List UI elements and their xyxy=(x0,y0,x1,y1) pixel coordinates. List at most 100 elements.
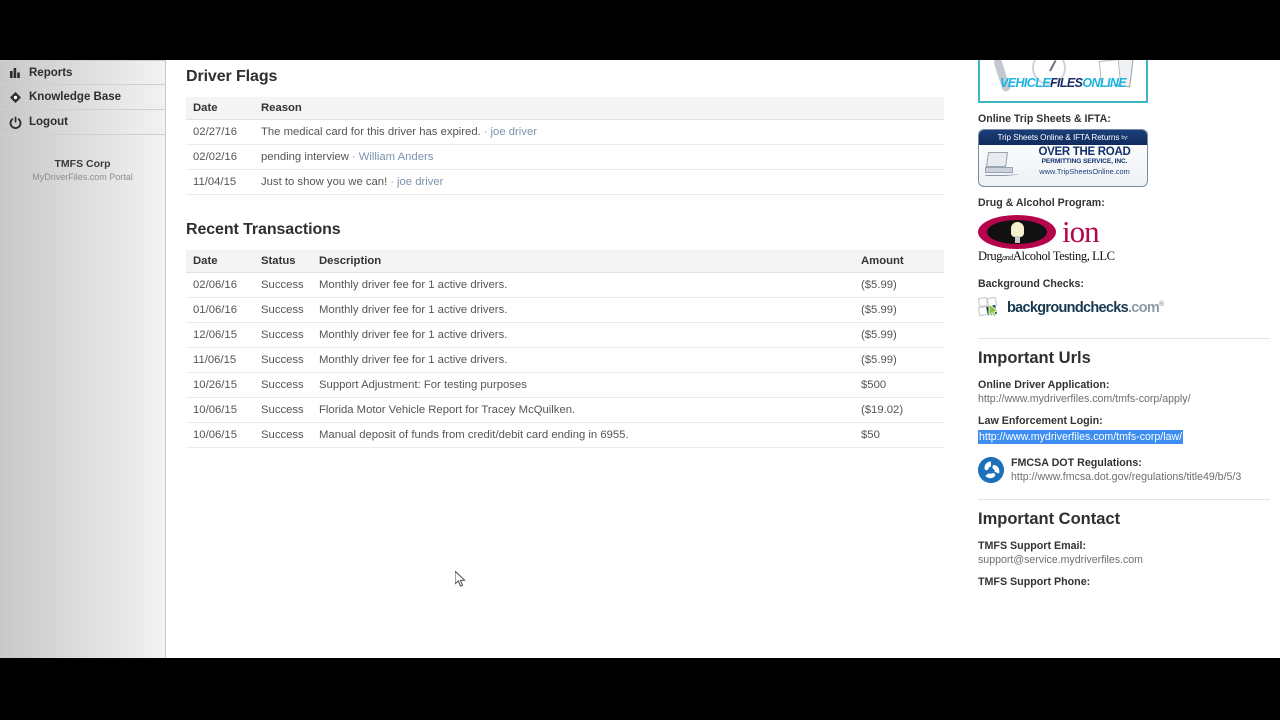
rail-divider xyxy=(978,338,1270,339)
transactions-thead: Date Status Description Amount xyxy=(186,250,944,273)
table-row: 11/04/15 Just to show you we can! · joe dr… xyxy=(186,169,944,195)
law-enforcement-login-url[interactable]: http://www.mydriverfiles.com/tmfs-corp/l… xyxy=(978,430,1184,444)
important-contact-heading: Important Contact xyxy=(978,510,1121,528)
fmcsa-row[interactable]: FMCSA DOT Regulations: http://www.fmcsa.… xyxy=(978,457,1262,483)
bullet-separator: · xyxy=(483,126,488,138)
ad-vehicle-files-online[interactable]: VEHICLEFILESONLINE xyxy=(978,60,1148,103)
table-row: 02/27/16 The medical card for this drive… xyxy=(186,119,944,145)
flag-person-link[interactable]: joe driver xyxy=(397,176,443,188)
driver-flags-title: Driver Flags xyxy=(186,68,278,85)
txn-status: Success xyxy=(254,422,312,448)
txn-amount: ($5.99) xyxy=(854,322,944,348)
flag-reason-cell: The medical card for this driver has exp… xyxy=(254,119,944,145)
txn-amount: $50 xyxy=(854,422,944,448)
ad-over-the-road[interactable]: Trip Sheets Online & IFTA Returns by: OV… xyxy=(978,129,1148,187)
sidebar-item-reports[interactable]: Reports xyxy=(0,60,165,85)
sidebar-item-knowledge-base[interactable]: Knowledge Base xyxy=(0,85,165,110)
flag-reason: The medical card for this driver has exp… xyxy=(261,126,481,138)
online-driver-application-url[interactable]: http://www.mydriverfiles.com/tmfs-corp/a… xyxy=(978,393,1262,405)
driver-flags-thead: Date Reason xyxy=(186,97,944,120)
dot-triskelion-icon xyxy=(978,457,1004,483)
brand-subtitle: MyDriverFiles.com Portal xyxy=(32,172,133,183)
flag-date: 02/27/16 xyxy=(186,119,254,145)
txn-date: 02/06/16 xyxy=(186,272,254,298)
ad-bgc-name: backgroundchecks xyxy=(1007,300,1129,316)
ad-otr-line2: PERMITTING SERVICE, INC. xyxy=(1041,158,1128,166)
ad-bgc-wordmark: backgroundchecks.com® xyxy=(1007,300,1164,316)
table-row: 10/06/15 Success Florida Motor Vehicle R… xyxy=(186,397,944,423)
diamond-book-icon xyxy=(9,91,22,104)
ad-otr-body: OVER THE ROAD PERMITTING SERVICE, INC. w… xyxy=(1025,146,1144,176)
ad-otr-topbar-text: Trip Sheets Online & IFTA Returns xyxy=(997,133,1120,142)
ad-vfo-text: VEHICLEFILESONLINE xyxy=(1000,75,1127,90)
support-email-label: TMFS Support Email: xyxy=(978,540,1087,552)
txn-amount: $500 xyxy=(854,372,944,398)
ad-vfo-text-wrap: VEHICLEFILESONLINE xyxy=(980,60,1146,101)
col-date: Date xyxy=(186,250,254,273)
online-driver-application-label: Online Driver Application: xyxy=(978,379,1110,391)
txn-date: 01/06/16 xyxy=(186,297,254,323)
table-row: 10/06/15 Success Manual deposit of funds… xyxy=(186,422,944,448)
col-amount: Amount xyxy=(854,250,944,273)
ad-ion-drug-alcohol[interactable]: ion DrugandAlcohol Testing, LLC xyxy=(978,213,1148,268)
main-content: Driver Flags Date Reason 02/27/16 The me… xyxy=(167,60,977,658)
table-row: 02/02/16 pending interview · William Ander… xyxy=(186,144,944,170)
bar-chart-icon xyxy=(9,66,22,79)
table-row: 10/26/15 Success Support Adjustment: For… xyxy=(186,372,944,398)
txn-date: 11/06/15 xyxy=(186,347,254,373)
flag-reason-cell: pending interview · William Anders xyxy=(254,144,944,170)
txn-date: 10/06/15 xyxy=(186,397,254,423)
txn-amount: ($5.99) xyxy=(854,297,944,323)
drug-alcohol-label: Drug & Alcohol Program: xyxy=(978,197,1105,209)
txn-description: Monthly driver fee for 1 active drivers. xyxy=(312,297,854,323)
browser-viewport: Reports Knowledge Base Logout TMFS Corp … xyxy=(0,60,1280,658)
support-email-value[interactable]: support@service.mydriverfiles.com xyxy=(978,554,1262,566)
txn-date: 10/26/15 xyxy=(186,372,254,398)
txn-description: Monthly driver fee for 1 active drivers. xyxy=(312,347,854,373)
fmcsa-label: FMCSA DOT Regulations: xyxy=(1011,457,1142,469)
right-sidebar: VEHICLEFILESONLINE Online Trip Sheets & … xyxy=(978,60,1280,658)
txn-status: Success xyxy=(254,397,312,423)
important-urls-heading: Important Urls xyxy=(978,349,1091,367)
flag-date: 02/02/16 xyxy=(186,144,254,170)
ad-bgc-tld: .com xyxy=(1127,300,1160,316)
txn-status: Success xyxy=(254,372,312,398)
flag-person-link[interactable]: joe driver xyxy=(491,126,537,138)
txn-date: 12/06/15 xyxy=(186,322,254,348)
ad-otr-topbar: Trip Sheets Online & IFTA Returns by: xyxy=(979,130,1147,145)
screen: Reports Knowledge Base Logout TMFS Corp … xyxy=(0,0,1280,720)
bullet-separator: · xyxy=(390,176,394,188)
ad-background-checks[interactable]: backgroundchecks.com® xyxy=(978,294,1164,322)
ad-vfo-word2: FILES xyxy=(1049,75,1083,90)
flag-person-link[interactable]: William Anders xyxy=(359,151,434,163)
left-sidebar: Reports Knowledge Base Logout TMFS Corp … xyxy=(0,60,166,658)
sidebar-item-label: Logout xyxy=(29,116,68,128)
flag-reason-cell: Just to show you we can! · joe driver xyxy=(254,169,944,195)
recent-transactions-title: Recent Transactions xyxy=(186,221,341,238)
fmcsa-text: FMCSA DOT Regulations: http://www.fmcsa.… xyxy=(1011,457,1241,483)
ad-otr-line3: www.TripSheetsOnline.com xyxy=(1039,167,1130,177)
txn-description: Monthly driver fee for 1 active drivers. xyxy=(312,322,854,348)
sidebar-brand: TMFS Corp MyDriverFiles.com Portal xyxy=(0,157,165,183)
table-header-row: Date Reason xyxy=(186,97,944,120)
swoosh-shape xyxy=(985,172,1019,176)
txn-description: Support Adjustment: For testing purposes xyxy=(312,372,854,398)
ad-ion-word: ion xyxy=(1062,214,1100,249)
sidebar-item-logout[interactable]: Logout xyxy=(0,110,165,135)
background-checks-label: Background Checks: xyxy=(978,278,1084,290)
fmcsa-url[interactable]: http://www.fmcsa.dot.gov/regulations/tit… xyxy=(1011,471,1241,483)
txn-amount: ($5.99) xyxy=(854,272,944,298)
sidebar-item-label: Reports xyxy=(29,66,73,79)
computer-icon xyxy=(985,152,1019,176)
monitor-shape xyxy=(985,152,1009,167)
ad-ion-tagline-a: Drug xyxy=(978,249,1003,263)
table-row: 12/06/15 Success Monthly driver fee for … xyxy=(186,322,944,348)
col-reason: Reason xyxy=(254,97,944,120)
brand-name: TMFS Corp xyxy=(54,158,111,170)
ad-otr-line1: OVER THE ROAD xyxy=(1038,146,1131,158)
txn-date: 10/06/15 xyxy=(186,422,254,448)
bullet-separator: · xyxy=(351,151,356,163)
txn-description: Monthly driver fee for 1 active drivers. xyxy=(312,272,854,298)
lightbulb-icon xyxy=(1011,221,1024,243)
txn-status: Success xyxy=(254,297,312,323)
